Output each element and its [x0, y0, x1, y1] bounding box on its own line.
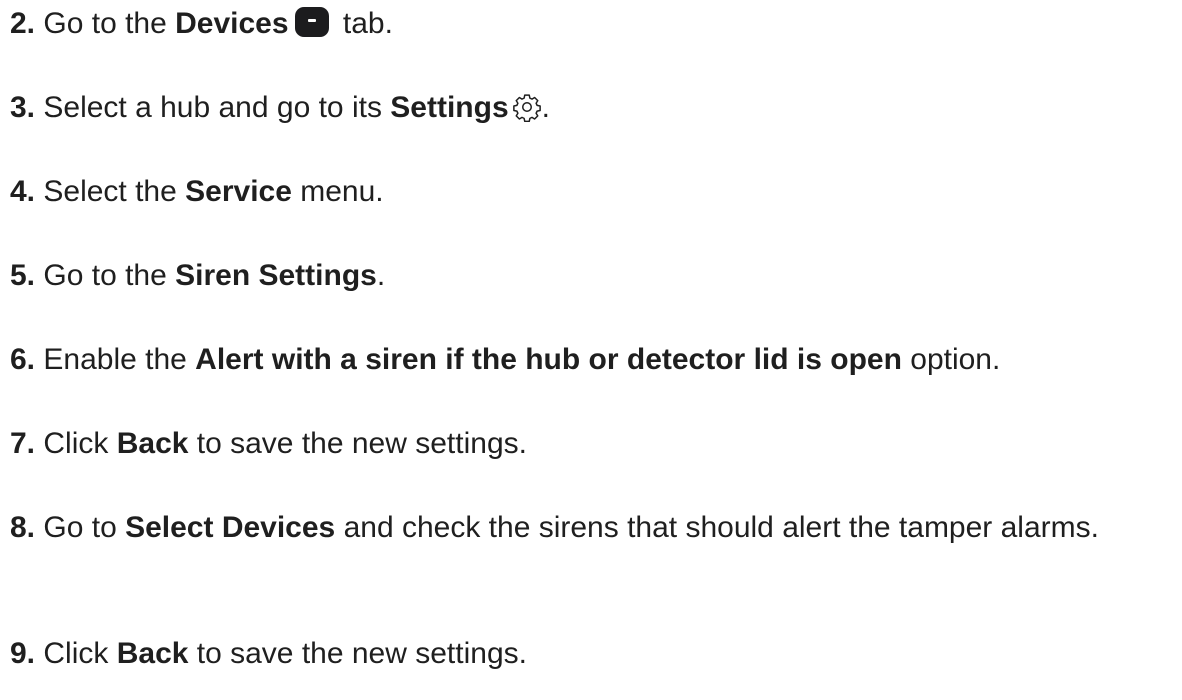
step-text: Select the: [43, 175, 186, 208]
step-text: Click: [43, 637, 117, 670]
step-emphasis: Select Devices: [125, 511, 336, 544]
step-text: to save the new settings.: [188, 637, 527, 670]
step-emphasis: Service: [185, 175, 292, 208]
step-5: 5. Go to the Siren Settings.: [10, 255, 1182, 296]
step-text: Go to: [43, 511, 126, 544]
step-emphasis: Settings: [390, 91, 509, 124]
step-text: and check the sirens that should alert t…: [335, 511, 1099, 544]
step-2: 2. Go to the Devices tab.: [10, 3, 1182, 44]
step-number: 9.: [10, 637, 36, 670]
step-emphasis: Devices: [175, 7, 289, 40]
step-emphasis: Back: [116, 427, 189, 460]
instruction-steps: 2. Go to the Devices tab. 3. Select a hu…: [10, 0, 1182, 700]
step-number: 2.: [10, 7, 36, 40]
devices-tab-icon: [294, 7, 329, 37]
step-8: 8. Go to Select Devices and check the si…: [10, 507, 1170, 548]
step-text: Select a hub and go to its: [43, 91, 391, 124]
step-9: 9. Click Back to save the new settings.: [10, 633, 1182, 674]
step-number: 8.: [10, 511, 36, 544]
step-3: 3. Select a hub and go to its Settings.: [10, 87, 1182, 128]
step-text: Click: [43, 427, 117, 460]
step-text: option.: [901, 343, 1001, 376]
step-emphasis: Alert with a siren if the hub or detecto…: [195, 343, 902, 376]
step-number: 3.: [10, 91, 36, 124]
step-text: .: [376, 259, 386, 292]
step-emphasis: Back: [116, 637, 189, 670]
step-text: Enable the: [43, 343, 196, 376]
gear-icon: [512, 94, 541, 122]
step-text: .: [541, 91, 550, 124]
step-number: 5.: [10, 259, 36, 292]
step-number: 6.: [10, 343, 36, 376]
step-number: 4.: [10, 175, 36, 208]
step-number: 7.: [10, 427, 36, 460]
step-text: Go to the: [43, 259, 176, 292]
step-7: 7. Click Back to save the new settings.: [10, 423, 1182, 464]
step-text: menu.: [291, 175, 384, 208]
step-4: 4. Select the Service menu.: [10, 171, 1182, 212]
step-text: to save the new settings.: [188, 427, 527, 460]
step-6: 6. Enable the Alert with a siren if the …: [10, 339, 1182, 380]
step-text: Go to the: [43, 7, 176, 40]
step-text: tab.: [342, 7, 393, 40]
step-emphasis: Siren Settings: [175, 259, 377, 292]
